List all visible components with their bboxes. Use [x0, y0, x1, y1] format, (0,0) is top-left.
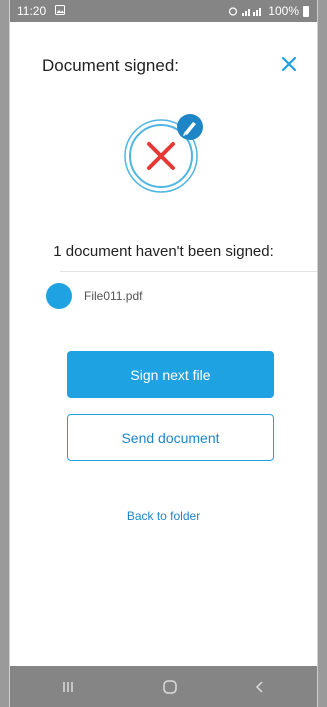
back-icon: [255, 680, 263, 693]
back-button[interactable]: [230, 666, 290, 707]
back-to-folder-link[interactable]: Back to folder: [10, 509, 317, 523]
status-icons: 100%: [228, 4, 309, 18]
file-status-dot: [46, 283, 72, 309]
sign-next-file-button[interactable]: Sign next file: [67, 351, 274, 398]
page-title: Document signed:: [42, 56, 180, 75]
file-name: File011.pdf: [84, 289, 143, 303]
send-document-button[interactable]: Send document: [67, 414, 274, 461]
home-button[interactable]: [140, 666, 200, 707]
status-bar: 11:20 100%: [10, 0, 317, 22]
home-icon: [163, 679, 177, 694]
recent-apps-icon: [63, 681, 73, 692]
list-item[interactable]: File011.pdf: [46, 283, 142, 309]
unsigned-message: 1 document haven't been signed:: [53, 243, 274, 260]
battery-icon: [303, 5, 309, 17]
battery-percent: 100%: [268, 4, 299, 18]
image-icon: [55, 5, 65, 15]
signal-icon: [242, 8, 262, 16]
alarm-icon: [229, 7, 238, 16]
status-time: 11:20: [17, 4, 47, 18]
app-screen: 11:20 100% Document signed: 1 document h…: [9, 0, 318, 707]
divider: [60, 271, 317, 272]
system-nav-bar: [10, 666, 317, 707]
close-icon[interactable]: [279, 54, 299, 74]
signature-failed-icon: [124, 114, 203, 193]
recent-apps-button[interactable]: [38, 666, 98, 707]
